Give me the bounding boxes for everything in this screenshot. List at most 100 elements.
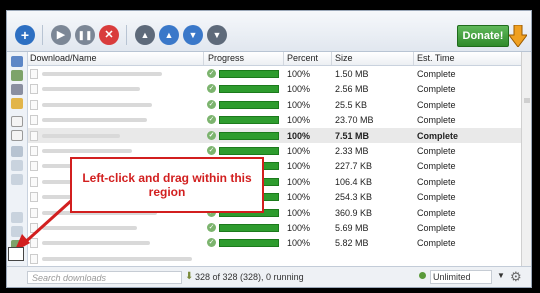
size-cell: 2.33 MB: [335, 145, 369, 156]
file-name-redacted: [42, 118, 147, 123]
image-icon[interactable]: [11, 70, 23, 81]
play-icon[interactable]: ▶: [51, 25, 71, 45]
tool-icon[interactable]: [11, 146, 23, 157]
drag-region[interactable]: [8, 247, 24, 261]
file-name-redacted: [42, 72, 162, 76]
column-divider: [283, 52, 284, 65]
table-row[interactable]: ✓ 100% 25.5 KB Complete: [28, 97, 521, 112]
eta-cell: Complete: [417, 99, 456, 110]
size-cell: 360.9 KB: [335, 207, 373, 218]
move-down-icon[interactable]: ▼: [183, 25, 203, 45]
status-bar: Search downloads ⬇ 328 of 328 (328), 0 r…: [7, 266, 531, 287]
size-cell: 5.69 MB: [335, 222, 369, 233]
column-progress[interactable]: Progress: [208, 53, 244, 63]
toolbar: + ▶ ❚❚ ✕ ▲ ▲ ▼ ▼ Donate!: [7, 11, 531, 52]
video-icon[interactable]: [11, 84, 23, 95]
gear-icon[interactable]: ⚙: [510, 269, 522, 285]
progress-bar: [219, 146, 279, 155]
table-row[interactable]: ✓ 100% 5.82 MB Complete: [28, 235, 521, 250]
table-row[interactable]: ✓ 100% 1.50 MB Complete: [28, 66, 521, 81]
status-summary: 328 of 328 (328), 0 running: [195, 272, 304, 282]
file-icon: [30, 69, 38, 79]
info-icon[interactable]: [11, 56, 23, 67]
file-name-redacted: [42, 225, 137, 230]
column-divider: [331, 52, 332, 65]
table-row[interactable]: [28, 251, 521, 266]
file-icon: [30, 145, 38, 156]
eta-cell: Complete: [417, 145, 456, 156]
file-icon: [30, 207, 38, 218]
percent-cell: 100%: [287, 222, 311, 233]
progress-bar: [219, 70, 279, 78]
move-bottom-icon[interactable]: ▼: [207, 25, 227, 45]
complete-check-icon: ✓: [207, 145, 216, 155]
percent-cell: 100%: [287, 69, 311, 79]
vertical-scrollbar[interactable]: [521, 52, 531, 266]
percent-cell: 100%: [287, 161, 311, 172]
eta-cell: Complete: [417, 192, 456, 203]
folder-icon[interactable]: [11, 98, 23, 109]
eta-cell: Complete: [417, 84, 456, 95]
table-row[interactable]: ✓ 100% 23.70 MB Complete: [28, 112, 521, 127]
percent-cell: 100%: [287, 130, 311, 141]
app-window: + ▶ ❚❚ ✕ ▲ ▲ ▼ ▼ Donate! Download/Name P…: [6, 10, 532, 288]
size-cell: 5.82 MB: [335, 238, 369, 249]
share-icon[interactable]: [11, 174, 23, 185]
progress-bar: [219, 85, 279, 94]
file-icon: [30, 222, 38, 233]
move-up-icon[interactable]: ▲: [159, 25, 179, 45]
column-header: Download/Name Progress Percent Size Est.…: [28, 52, 521, 66]
file-icon: [30, 84, 38, 95]
callout-text: Left-click and drag within this region: [82, 171, 252, 199]
percent-cell: 100%: [287, 84, 311, 95]
search-input[interactable]: Search downloads: [27, 271, 182, 284]
scrollbar-thumb[interactable]: [524, 98, 530, 103]
move-top-icon[interactable]: ▲: [135, 25, 155, 45]
size-cell: 254.3 KB: [335, 192, 373, 203]
file-icon: [30, 161, 38, 172]
size-cell: 1.50 MB: [335, 69, 369, 79]
stop-icon[interactable]: ✕: [99, 25, 119, 45]
column-size[interactable]: Size: [335, 53, 353, 63]
percent-cell: 100%: [287, 238, 311, 249]
document-icon[interactable]: [11, 116, 23, 127]
complete-check-icon: ✓: [207, 69, 216, 78]
toolbar-separator: [42, 25, 43, 45]
table-row[interactable]: ✓ 100% 7.51 MB Complete: [28, 127, 521, 143]
eta-cell: Complete: [417, 222, 456, 233]
complete-check-icon: ✓: [207, 115, 216, 125]
file-name-redacted: [42, 256, 192, 261]
complete-check-icon: ✓: [207, 84, 216, 94]
list-icon[interactable]: [11, 226, 23, 237]
donate-button[interactable]: Donate!: [457, 25, 509, 47]
eta-cell: Complete: [417, 69, 456, 79]
page-icon[interactable]: [11, 130, 23, 141]
filter-icon[interactable]: [11, 160, 23, 171]
eta-cell: Complete: [417, 130, 459, 141]
table-row[interactable]: ✓ 100% 5.69 MB Complete: [28, 220, 521, 235]
column-divider: [203, 52, 204, 65]
file-icon: [30, 99, 38, 110]
download-arrow-icon: [509, 25, 527, 47]
percent-cell: 100%: [287, 145, 311, 156]
toolbar-separator: [126, 25, 127, 45]
file-name-redacted: [42, 148, 132, 153]
table-row[interactable]: ✓ 100% 2.56 MB Complete: [28, 81, 521, 96]
add-icon[interactable]: +: [15, 25, 35, 45]
progress-bar: [219, 239, 279, 248]
grid-icon[interactable]: [11, 212, 23, 223]
size-cell: 106.4 KB: [335, 176, 373, 187]
column-eta[interactable]: Est. Time: [417, 53, 455, 63]
file-name-redacted: [42, 102, 152, 107]
column-percent[interactable]: Percent: [287, 53, 318, 63]
file-name-redacted: [42, 87, 140, 92]
complete-check-icon: ✓: [207, 222, 216, 232]
percent-cell: 100%: [287, 115, 311, 126]
size-cell: 227.7 KB: [335, 161, 373, 172]
speed-limit-select[interactable]: Unlimited: [430, 270, 492, 284]
speed-limit-icon: [419, 272, 426, 279]
progress-bar: [219, 116, 279, 125]
pause-icon[interactable]: ❚❚: [75, 25, 95, 45]
column-download-name[interactable]: Download/Name: [30, 53, 97, 63]
chevron-down-icon[interactable]: ▼: [497, 271, 505, 280]
